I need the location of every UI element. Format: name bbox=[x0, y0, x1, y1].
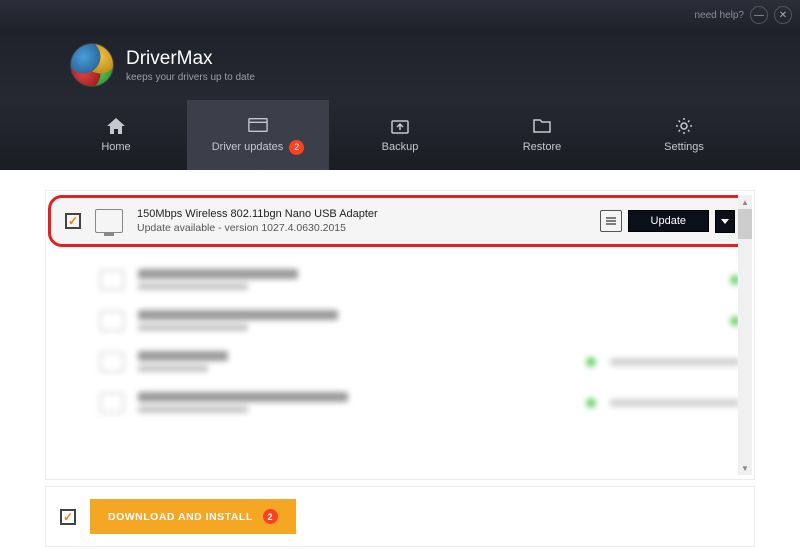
brand-text: DriverMax keeps your drivers up to date bbox=[126, 48, 255, 83]
scroll-down-icon[interactable]: ▼ bbox=[738, 461, 752, 475]
driver-row-highlighted[interactable]: 150Mbps Wireless 802.11bgn Nano USB Adap… bbox=[48, 195, 752, 247]
driver-info: 150Mbps Wireless 802.11bgn Nano USB Adap… bbox=[137, 208, 586, 234]
driver-status: Update available - version 1027.4.0630.2… bbox=[137, 222, 586, 234]
nav-label: Home bbox=[101, 141, 130, 153]
details-button[interactable] bbox=[600, 210, 622, 232]
title-bar: need help? — ✕ bbox=[0, 0, 800, 30]
app-tagline: keeps your drivers up to date bbox=[126, 72, 255, 83]
nav-label: Driver updates bbox=[212, 141, 284, 153]
device-icon bbox=[100, 270, 124, 290]
device-icon bbox=[100, 393, 124, 413]
app-logo-icon bbox=[70, 43, 114, 87]
device-icon bbox=[100, 352, 124, 372]
nav-driver-updates[interactable]: Driver updates 2 bbox=[187, 100, 329, 170]
nav-label: Backup bbox=[382, 141, 419, 153]
backup-icon bbox=[390, 117, 410, 135]
close-button[interactable]: ✕ bbox=[774, 6, 792, 24]
updates-badge: 2 bbox=[289, 140, 304, 155]
home-icon bbox=[106, 117, 126, 135]
checkbox[interactable] bbox=[65, 213, 81, 229]
bottom-action-bar: DOWNLOAD AND INSTALL 2 bbox=[45, 486, 755, 547]
install-badge: 2 bbox=[263, 509, 278, 524]
help-link[interactable]: need help? bbox=[695, 10, 745, 21]
updates-icon bbox=[248, 116, 268, 134]
nav-home[interactable]: Home bbox=[45, 100, 187, 170]
update-button[interactable]: Update bbox=[628, 210, 709, 232]
driver-row-blurred bbox=[46, 259, 754, 300]
install-label: DOWNLOAD AND INSTALL bbox=[108, 511, 253, 523]
scroll-up-icon[interactable]: ▲ bbox=[738, 195, 752, 209]
list-icon bbox=[605, 216, 617, 226]
scroll-thumb[interactable] bbox=[738, 209, 752, 239]
nav-label: Settings bbox=[664, 141, 704, 153]
app-title: DriverMax bbox=[126, 48, 255, 70]
brand-header: DriverMax keeps your drivers up to date bbox=[0, 30, 800, 100]
minimize-button[interactable]: — bbox=[750, 6, 768, 24]
driver-name: 150Mbps Wireless 802.11bgn Nano USB Adap… bbox=[137, 208, 586, 220]
row-actions: Update bbox=[600, 210, 735, 233]
driver-row-blurred bbox=[46, 300, 754, 341]
main-nav: Home Driver updates 2 Backup Restore Set… bbox=[0, 100, 800, 170]
select-all-checkbox[interactable] bbox=[60, 509, 76, 525]
network-adapter-icon bbox=[95, 209, 123, 233]
scrollbar[interactable]: ▲ ▼ bbox=[738, 195, 752, 475]
content-area: 150Mbps Wireless 802.11bgn Nano USB Adap… bbox=[0, 170, 800, 510]
status-dot-icon bbox=[586, 398, 596, 408]
restore-icon bbox=[532, 117, 552, 135]
gear-icon bbox=[674, 117, 694, 135]
download-install-button[interactable]: DOWNLOAD AND INSTALL 2 bbox=[90, 499, 296, 534]
nav-label: Restore bbox=[523, 141, 562, 153]
status-dot-icon bbox=[586, 357, 596, 367]
driver-list: 150Mbps Wireless 802.11bgn Nano USB Adap… bbox=[45, 190, 755, 480]
update-dropdown[interactable] bbox=[715, 210, 735, 233]
driver-row-blurred bbox=[46, 382, 754, 423]
nav-restore[interactable]: Restore bbox=[471, 100, 613, 170]
chevron-down-icon bbox=[721, 219, 729, 224]
device-icon bbox=[100, 311, 124, 331]
nav-backup[interactable]: Backup bbox=[329, 100, 471, 170]
nav-settings[interactable]: Settings bbox=[613, 100, 755, 170]
driver-row-blurred bbox=[46, 341, 754, 382]
